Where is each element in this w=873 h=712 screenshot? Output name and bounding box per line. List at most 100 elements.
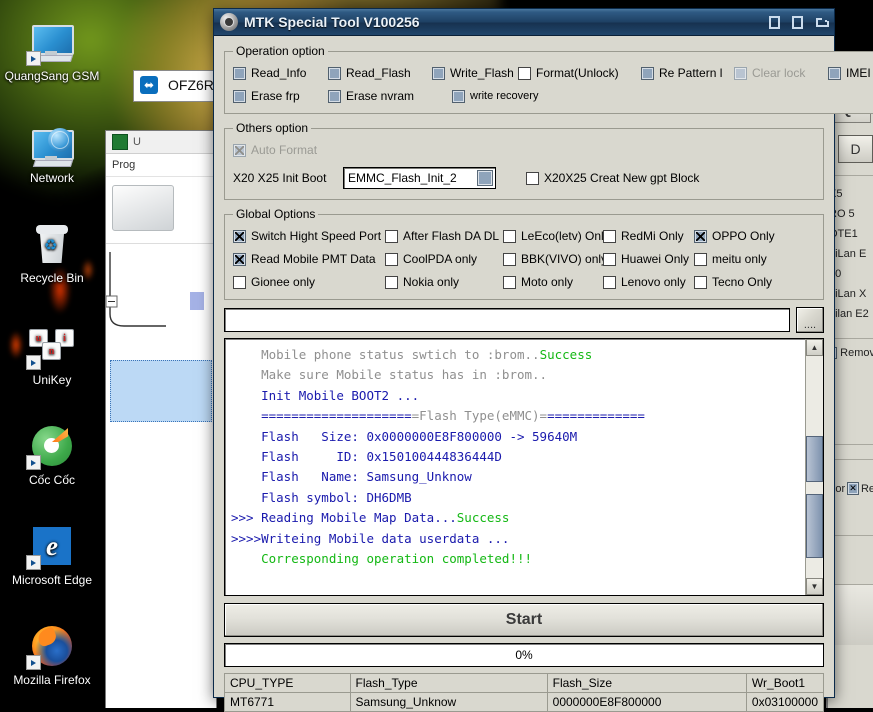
checkbox-write-flash[interactable]: Write_Flash bbox=[432, 66, 518, 80]
checkbox-imei-repair[interactable]: IMEI Repair bbox=[828, 66, 873, 80]
desktop-icon-recycle-bin[interactable]: ♻ Recycle Bin bbox=[0, 220, 104, 285]
checkbox-switch-hight-speed-port[interactable]: Switch Hight Speed Port bbox=[233, 229, 385, 243]
log-segment: Mobile phone status swtich to :brom.. bbox=[231, 347, 540, 362]
checkbox-re-pattern-lock[interactable]: Re Pattern l bbox=[641, 66, 734, 80]
checkbox-box bbox=[233, 66, 246, 80]
right-app-button[interactable]: D bbox=[838, 135, 873, 163]
checkbox-box bbox=[233, 89, 246, 103]
checkbox-read-flash[interactable]: Read_Flash bbox=[328, 66, 432, 80]
log-segment: Make sure Mobile status has in :brom.. bbox=[231, 367, 548, 383]
checkbox-erase-nvram[interactable]: Erase nvram bbox=[328, 89, 452, 103]
checkbox-read-mobile-pmt-data[interactable]: Read Mobile PMT Data bbox=[233, 252, 385, 266]
checkbox-label: IMEI Repair bbox=[846, 66, 873, 80]
checkbox-label: Switch Hight Speed Port bbox=[251, 229, 382, 243]
checkbox-oppo-only[interactable]: OPPO Only bbox=[694, 229, 775, 243]
scroll-up-button[interactable]: ▲ bbox=[806, 339, 823, 356]
checkbox-read-info[interactable]: Read_Info bbox=[233, 66, 328, 80]
checkbox-label: Re Pattern l bbox=[659, 66, 723, 80]
checkbox-box[interactable]: ✕ bbox=[847, 482, 859, 495]
log-segment: Success bbox=[456, 510, 510, 526]
checkbox-box bbox=[603, 275, 616, 289]
desktop-icon-network[interactable]: Network bbox=[0, 120, 104, 185]
checkbox-label: write recovery bbox=[470, 90, 539, 102]
scrollbar-thumb-lower[interactable] bbox=[806, 493, 823, 558]
table-row[interactable]: MT6771 Samsung_Unknow 0000000E8F800000 0… bbox=[224, 692, 825, 712]
checkbox-bbk-vivo-only[interactable]: BBK(VIVO) only bbox=[503, 252, 607, 266]
log-segment: Flash Size: 0x0000000E8F800000 -> 59640M bbox=[231, 428, 578, 444]
log-console[interactable]: Mobile phone status swtich to :brom..Suc… bbox=[224, 338, 824, 596]
window-controls[interactable] bbox=[769, 9, 829, 35]
start-button[interactable]: Start bbox=[224, 603, 824, 637]
recycle-bin-icon: ♻ bbox=[0, 220, 104, 268]
scrollbar-track[interactable] bbox=[806, 356, 823, 578]
checkbox-label: Gionee only bbox=[251, 275, 316, 289]
app-icon bbox=[112, 134, 128, 150]
mtk-special-tool-window[interactable]: MTK Special Tool V100256 Operation optio… bbox=[213, 8, 873, 712]
checkbox-meitu-only[interactable]: meitu only bbox=[694, 252, 767, 266]
desktop-icon-unikey[interactable]: u i n UniKey bbox=[0, 322, 104, 387]
checkbox-box bbox=[603, 252, 616, 266]
checkbox-redmi-only[interactable]: RedMi Only bbox=[603, 229, 694, 243]
file-path-input[interactable] bbox=[224, 308, 790, 332]
log-line: Make sure Mobile status has in :brom.. bbox=[231, 365, 805, 385]
log-console-scrollbar[interactable]: ▲ ▼ bbox=[805, 339, 823, 595]
checkbox-erase-frp[interactable]: Erase frp bbox=[233, 89, 328, 103]
background-menu-prog[interactable]: Prog bbox=[106, 154, 216, 177]
checkbox-box bbox=[518, 66, 531, 80]
restore-icon[interactable] bbox=[815, 17, 829, 28]
checkbox-format-unlock[interactable]: Format(Unlock) bbox=[518, 66, 641, 80]
init-boot-combobox[interactable]: EMMC_Flash_Init_2 bbox=[343, 167, 496, 189]
chevron-down-icon[interactable] bbox=[477, 170, 493, 186]
checkbox-leeco-letv-only[interactable]: LeEco(letv) Only bbox=[503, 229, 610, 243]
log-line: Flash Size: 0x0000000E8F800000 -> 59640M bbox=[231, 427, 805, 447]
checkbox-box bbox=[233, 252, 246, 266]
preview-thumbnail bbox=[112, 185, 174, 231]
desktop-icon-label: QuangSang GSM bbox=[4, 69, 100, 83]
log-segment: Success bbox=[539, 347, 593, 362]
checkbox-box bbox=[328, 89, 341, 103]
checkbox-write-recovery[interactable]: write recovery bbox=[452, 89, 539, 103]
log-line: Flash symbol: DH6DMB bbox=[231, 488, 805, 508]
scrollbar-thumb[interactable] bbox=[806, 435, 823, 483]
checkbox-after-flash-da-dl[interactable]: After Flash DA DL bbox=[385, 229, 503, 243]
checkbox-label: Lenovo only bbox=[621, 275, 686, 289]
desktop-icon-quangsang-gsm[interactable]: QuangSang GSM bbox=[0, 18, 104, 83]
operation-option-legend: Operation option bbox=[236, 44, 325, 58]
desktop-icon-mozilla-firefox[interactable]: Mozilla Firefox bbox=[0, 622, 104, 687]
log-segment: Flash Name: Samsung_Unknow bbox=[231, 469, 472, 485]
checkbox-lenovo-only[interactable]: Lenovo only bbox=[603, 275, 694, 289]
checkbox-label: LeEco(letv) Only bbox=[521, 229, 610, 243]
checkbox-label: OPPO Only bbox=[712, 229, 775, 243]
checkbox-gionee-only[interactable]: Gionee only bbox=[233, 275, 385, 289]
auto-format-row: Auto Format bbox=[233, 143, 817, 157]
desktop-icon-label: Cốc Cốc bbox=[28, 473, 75, 487]
window-titlebar[interactable]: MTK Special Tool V100256 bbox=[214, 9, 834, 36]
checkbox-coolpda-only[interactable]: CoolPDA only bbox=[385, 252, 503, 266]
checkbox-huawei-only[interactable]: Huawei Only bbox=[603, 252, 694, 266]
teamviewer-title: OFZ6R bbox=[168, 77, 214, 93]
checkbox-label: meitu only bbox=[712, 252, 767, 266]
checkbox-box bbox=[328, 66, 341, 80]
checkbox-creat-new-gpt-block[interactable]: X20X25 Creat New gpt Block bbox=[526, 171, 699, 185]
log-line: Mobile phone status swtich to :brom..Suc… bbox=[231, 345, 805, 365]
checkbox-tecno-only[interactable]: Tecno Only bbox=[694, 275, 772, 289]
background-window-left[interactable]: U Prog bbox=[105, 130, 217, 708]
desktop-icon-coccoc[interactable]: Cốc Cốc bbox=[0, 422, 104, 487]
checkbox-box bbox=[641, 66, 654, 80]
checkbox-auto-format: Auto Format bbox=[233, 143, 317, 157]
shortcut-overlay-icon bbox=[26, 655, 41, 670]
maximize-icon[interactable] bbox=[792, 15, 803, 29]
checkbox-box bbox=[503, 229, 516, 243]
browse-button[interactable]: .... bbox=[796, 307, 824, 333]
minimize-icon[interactable] bbox=[769, 15, 780, 29]
checkbox-box bbox=[233, 143, 246, 157]
checkbox-nokia-only[interactable]: Nokia only bbox=[385, 275, 503, 289]
scroll-down-button[interactable]: ▼ bbox=[806, 578, 823, 595]
file-path-row: .... bbox=[224, 307, 824, 333]
camera-lens-icon bbox=[220, 13, 238, 31]
checkbox-moto-only[interactable]: Moto only bbox=[503, 275, 603, 289]
init-boot-value: EMMC_Flash_Init_2 bbox=[348, 171, 457, 185]
desktop-icon-microsoft-edge[interactable]: e Microsoft Edge bbox=[0, 522, 104, 587]
progress-bar: 0% bbox=[224, 643, 824, 667]
checkbox-label: Read_Flash bbox=[346, 66, 411, 80]
